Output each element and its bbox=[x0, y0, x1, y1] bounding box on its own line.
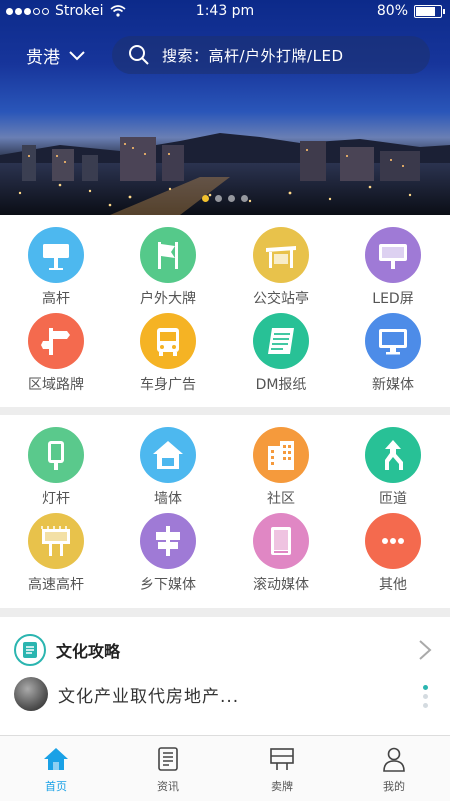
category-item[interactable]: 公交站亭 bbox=[225, 227, 337, 308]
newspaper-icon bbox=[253, 313, 309, 369]
chevron-down-icon bbox=[69, 50, 85, 60]
banner[interactable]: Strokei 1:43 pm 80% 贵港 搜索：高杆/户外打牌/LED bbox=[0, 0, 450, 215]
category-item[interactable]: 高杆 bbox=[0, 227, 112, 308]
category-item[interactable]: 高速高杆 bbox=[0, 513, 112, 594]
city-name: 贵港 bbox=[26, 48, 60, 68]
lamp-post-icon bbox=[28, 427, 84, 483]
category-label: 匝道 bbox=[379, 491, 407, 507]
category-item[interactable]: 车身广告 bbox=[112, 313, 224, 394]
tab-news[interactable]: 资讯 bbox=[112, 746, 224, 794]
tab-profile[interactable]: 我的 bbox=[338, 746, 450, 794]
category-label: 社区 bbox=[267, 491, 295, 507]
sell-board-icon bbox=[270, 748, 294, 770]
category-item[interactable]: 新媒体 bbox=[337, 313, 449, 394]
pager-dot[interactable] bbox=[228, 195, 235, 202]
village-sign-icon bbox=[140, 513, 196, 569]
banner-pager bbox=[0, 195, 450, 202]
pager-dot[interactable] bbox=[215, 195, 222, 202]
category-label: LED屏 bbox=[372, 291, 414, 307]
house-wall-icon bbox=[140, 427, 196, 483]
category-item[interactable]: LED屏 bbox=[337, 227, 449, 308]
led-screen-icon bbox=[365, 227, 421, 283]
category-label: 区域路牌 bbox=[28, 377, 84, 393]
category-item[interactable]: 其他 bbox=[337, 513, 449, 594]
tab-label: 卖牌 bbox=[271, 780, 293, 793]
article-icon bbox=[14, 634, 46, 666]
pager-dot[interactable] bbox=[241, 195, 248, 202]
ramp-arrow-icon bbox=[365, 427, 421, 483]
category-item[interactable]: 匝道 bbox=[337, 427, 449, 508]
category-label: DM报纸 bbox=[255, 377, 307, 393]
category-item[interactable]: 灯杆 bbox=[0, 427, 112, 508]
category-label: 户外大牌 bbox=[140, 291, 196, 307]
category-label: 高速高杆 bbox=[28, 577, 84, 593]
category-label: 新媒体 bbox=[372, 377, 414, 393]
category-grid-primary: 高杆 户外大牌 公交站亭 LED屏区域路牌 车身广告 DM报纸 新媒体 bbox=[0, 215, 450, 407]
category-label: 高杆 bbox=[42, 291, 70, 307]
search-bar[interactable]: 搜索：高杆/户外打牌/LED bbox=[112, 36, 430, 74]
culture-header: 文化攻略 bbox=[14, 634, 120, 666]
culture-section[interactable]: 文化攻略 文化产业取代房地产... bbox=[0, 617, 450, 735]
bottom-tab-bar: 首页 资讯 卖牌 我的 bbox=[0, 735, 450, 801]
scroll-board-icon bbox=[253, 513, 309, 569]
news-icon bbox=[158, 747, 178, 771]
tab-home[interactable]: 首页 bbox=[0, 746, 112, 794]
tab-label: 资讯 bbox=[157, 780, 179, 793]
article-headline: 文化产业取代房地产... bbox=[58, 686, 240, 707]
category-label: 滚动媒体 bbox=[253, 577, 309, 593]
tab-sell[interactable]: 卖牌 bbox=[226, 746, 338, 794]
category-label: 灯杆 bbox=[42, 491, 70, 507]
culture-title: 文化攻略 bbox=[56, 642, 121, 661]
building-icon bbox=[253, 427, 309, 483]
category-label: 公交站亭 bbox=[253, 291, 309, 307]
more-icon bbox=[365, 513, 421, 569]
city-selector[interactable]: 贵港 bbox=[26, 43, 86, 68]
culture-pager bbox=[423, 685, 428, 708]
article-thumbnail bbox=[14, 677, 48, 711]
category-item[interactable]: DM报纸 bbox=[225, 313, 337, 394]
bus-icon bbox=[140, 313, 196, 369]
category-item[interactable]: 墙体 bbox=[112, 427, 224, 508]
highway-billboard-icon bbox=[28, 513, 84, 569]
monitor-icon bbox=[365, 313, 421, 369]
category-item[interactable]: 社区 bbox=[225, 427, 337, 508]
bus-shelter-icon bbox=[253, 227, 309, 283]
search-placeholder: 搜索：高杆/户外打牌/LED bbox=[162, 46, 344, 65]
category-label: 墙体 bbox=[154, 491, 182, 507]
status-bar: Strokei 1:43 pm 80% bbox=[0, 0, 450, 24]
battery-percent: 80% bbox=[376, 3, 408, 19]
category-label: 乡下媒体 bbox=[140, 577, 196, 593]
tab-label: 首页 bbox=[45, 780, 67, 793]
search-icon bbox=[129, 45, 149, 65]
profile-icon bbox=[383, 747, 405, 772]
chevron-right-icon[interactable] bbox=[418, 639, 432, 661]
tab-label: 我的 bbox=[383, 780, 405, 793]
home-icon bbox=[44, 748, 68, 770]
category-item[interactable]: 户外大牌 bbox=[112, 227, 224, 308]
flag-board-icon bbox=[140, 227, 196, 283]
category-label: 车身广告 bbox=[140, 377, 196, 393]
category-grid-secondary: 灯杆 墙体 社区 匝道高速高杆 乡下媒体 滚动媒体 其他 bbox=[0, 415, 450, 608]
category-item[interactable]: 乡下媒体 bbox=[112, 513, 224, 594]
billboard-icon bbox=[28, 227, 84, 283]
battery-icon bbox=[414, 4, 445, 18]
category-label: 其他 bbox=[379, 577, 407, 593]
road-sign-icon bbox=[28, 313, 84, 369]
category-item[interactable]: 区域路牌 bbox=[0, 313, 112, 394]
culture-article[interactable]: 文化产业取代房地产... bbox=[14, 677, 239, 711]
category-item[interactable]: 滚动媒体 bbox=[225, 513, 337, 594]
pager-dot[interactable] bbox=[202, 195, 209, 202]
header-bar: 贵港 搜索：高杆/户外打牌/LED bbox=[0, 34, 450, 74]
